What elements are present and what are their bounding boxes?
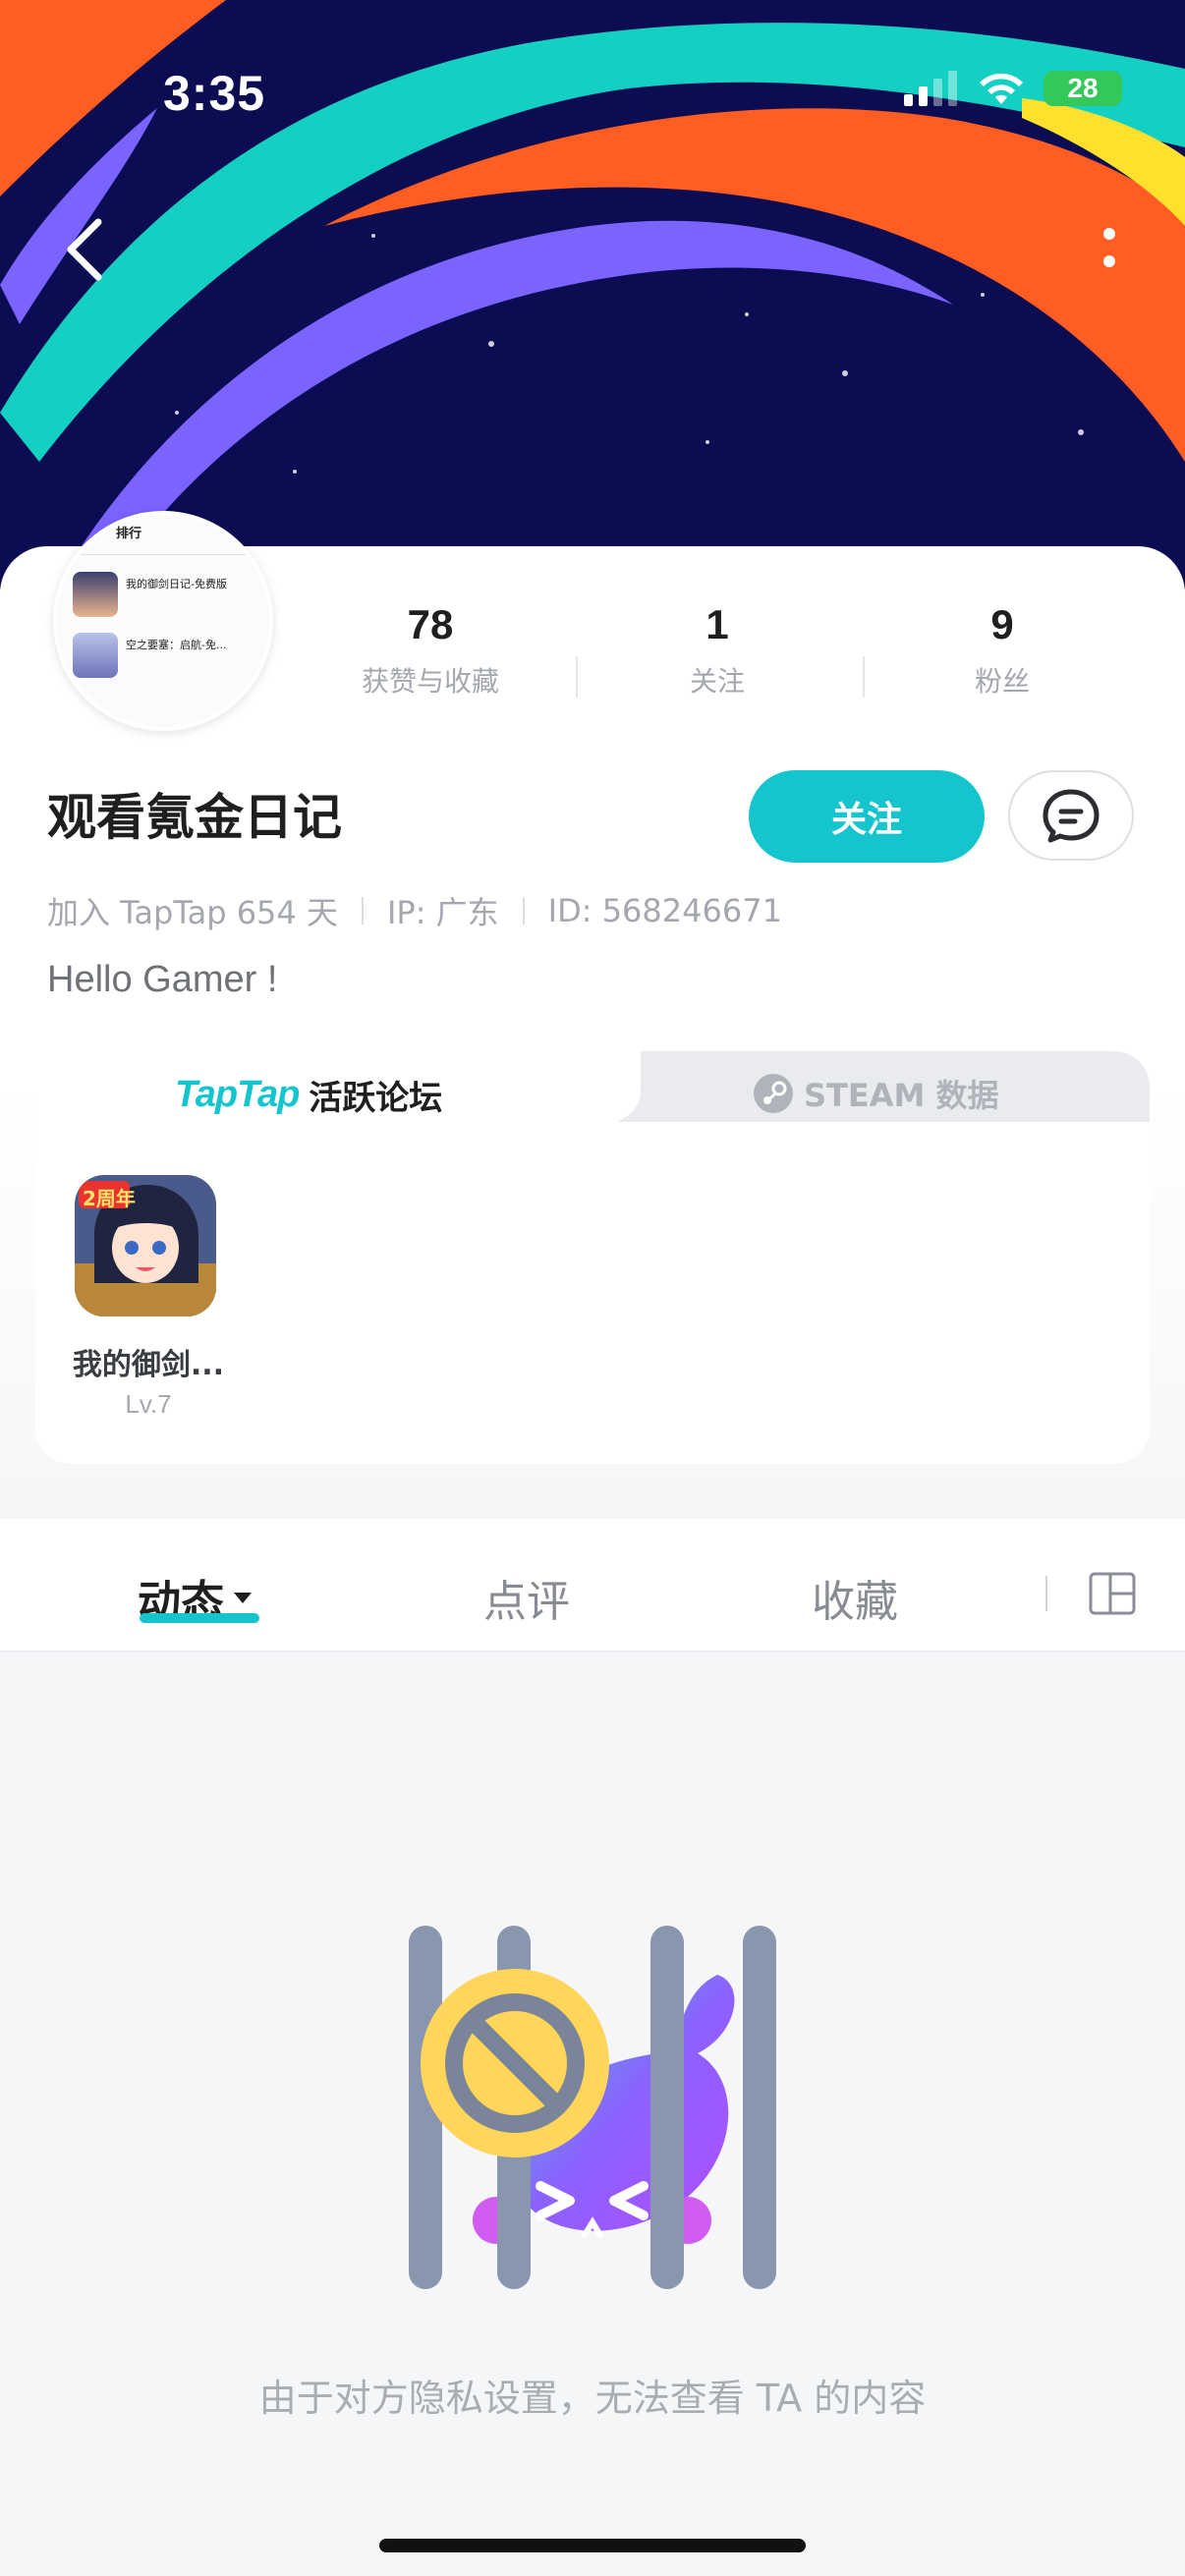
follow-button[interactable]: 关注 <box>749 770 985 863</box>
avatar[interactable]: 排行 我的御剑日记-免费版 空之要塞：启航-免... <box>53 511 273 731</box>
game-icon[interactable]: 2周年 <box>75 1175 216 1316</box>
more-options-icon[interactable] <box>1095 216 1124 285</box>
bio: Hello Gamer ! <box>47 959 278 1000</box>
avatar-preview-item: 空之要塞：启航-免... <box>126 639 227 651</box>
stat-likes-value: 78 <box>407 601 454 647</box>
divider <box>522 897 525 924</box>
avatar-preview-header: 排行 <box>116 527 142 541</box>
stat-likes[interactable]: 78 获赞与收藏 <box>332 601 529 700</box>
tab-reviews[interactable]: 点评 <box>483 1566 570 1629</box>
avatar-preview-item: 我的御剑日记-免费版 <box>126 578 227 590</box>
signal-icon <box>904 71 957 106</box>
avatar-preview-game-icon <box>73 633 118 678</box>
tab-steam-data[interactable]: STEAM 数据 <box>753 1071 999 1116</box>
divider <box>1045 1576 1047 1611</box>
profile-meta: 加入 TapTap 654 天 IP: 广东 ID: 568246671 <box>47 888 782 933</box>
caret-down-icon <box>234 1593 252 1603</box>
tab-forum-label: 活跃论坛 <box>309 1079 443 1118</box>
tab-active-forum[interactable]: TapTap 活跃论坛 <box>175 1071 442 1119</box>
divider <box>576 656 578 698</box>
layout-toggle-icon[interactable] <box>1089 1572 1136 1615</box>
message-button[interactable] <box>1008 770 1134 861</box>
tab-curve <box>582 1051 641 1122</box>
home-indicator <box>379 2539 806 2552</box>
wifi-icon <box>980 73 1023 104</box>
chat-bubble-icon <box>1043 789 1100 843</box>
avatar-preview: 排行 我的御剑日记-免费版 空之要塞：启航-免... <box>57 515 269 727</box>
ip-location: IP: 广东 <box>386 894 499 931</box>
user-id: ID: 568246671 <box>547 892 782 929</box>
stat-fans[interactable]: 9 粉丝 <box>904 601 1100 700</box>
join-days: 加入 TapTap 654 天 <box>47 894 338 931</box>
stat-likes-label: 获赞与收藏 <box>361 665 499 698</box>
back-arrow-icon[interactable] <box>57 210 120 289</box>
stat-following[interactable]: 1 关注 <box>619 601 816 700</box>
taptap-logo: TapTap <box>175 1074 300 1115</box>
active-tab-indicator <box>140 1613 259 1623</box>
tab-steam-label: STEAM 数据 <box>804 1077 999 1114</box>
forum-card: TapTap 活跃论坛 STEAM 数据 2周年 我的御剑... Lv.7 <box>35 1051 1150 1464</box>
anniversary-badge: 2周年 <box>83 1187 136 1210</box>
empty-state-message: 由于对方隐私设置，无法查看 TA 的内容 <box>258 2377 927 2420</box>
stat-following-label: 关注 <box>689 665 745 698</box>
tab-favorites[interactable]: 收藏 <box>812 1566 898 1629</box>
avatar-preview-game-icon <box>73 572 118 617</box>
stat-fans-value: 9 <box>990 601 1014 647</box>
status-time: 3:35 <box>163 66 266 121</box>
divider <box>863 656 865 698</box>
privacy-blocked-illustration <box>409 1926 776 2289</box>
stat-following-value: 1 <box>705 601 729 647</box>
status-icons: 28 <box>904 71 1122 106</box>
username: 观看氪金日记 <box>47 789 342 846</box>
steam-icon <box>754 1074 793 1113</box>
battery-indicator: 28 <box>1044 71 1122 106</box>
game-level: Lv.7 <box>125 1389 172 1419</box>
divider <box>361 897 364 924</box>
game-name[interactable]: 我的御剑... <box>65 1340 232 1383</box>
stat-fans-label: 粉丝 <box>974 665 1030 698</box>
